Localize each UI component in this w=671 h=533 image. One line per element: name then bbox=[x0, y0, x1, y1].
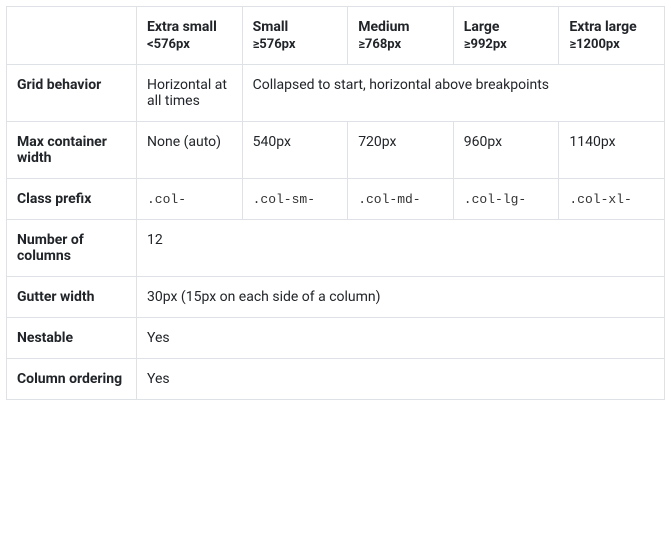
row-label: Max container width bbox=[7, 122, 137, 179]
header-title: Medium bbox=[358, 19, 409, 35]
row-label: Column ordering bbox=[7, 359, 137, 400]
cell-value: 30px (15px on each side of a column) bbox=[137, 277, 665, 318]
cell-xs: None (auto) bbox=[137, 122, 243, 179]
header-sub: <576px bbox=[147, 37, 232, 52]
row-label: Number of columns bbox=[7, 220, 137, 277]
header-title: Extra small bbox=[147, 19, 217, 35]
header-title: Extra large bbox=[569, 19, 636, 35]
header-sub: ≥1200px bbox=[569, 37, 654, 52]
header-xs: Extra small <576px bbox=[137, 7, 243, 65]
code: .col-md- bbox=[358, 192, 420, 207]
code: .col-sm- bbox=[253, 192, 315, 207]
grid-options-table: Extra small <576px Small ≥576px Medium ≥… bbox=[6, 6, 665, 400]
header-sub: ≥768px bbox=[358, 37, 443, 52]
header-md: Medium ≥768px bbox=[348, 7, 454, 65]
header-lg: Large ≥992px bbox=[453, 7, 559, 65]
code: .col-xl- bbox=[569, 192, 631, 207]
code: .col- bbox=[147, 192, 186, 207]
cell-value: Yes bbox=[137, 359, 665, 400]
header-row: Extra small <576px Small ≥576px Medium ≥… bbox=[7, 7, 665, 65]
header-sub: ≥992px bbox=[464, 37, 549, 52]
cell-md: 720px bbox=[348, 122, 454, 179]
cell-md: .col-md- bbox=[348, 179, 454, 220]
row-label: Gutter width bbox=[7, 277, 137, 318]
header-xl: Extra large ≥1200px bbox=[559, 7, 665, 65]
row-label: Nestable bbox=[7, 318, 137, 359]
header-title: Large bbox=[464, 19, 500, 35]
header-blank bbox=[7, 7, 137, 65]
row-label: Grid behavior bbox=[7, 65, 137, 122]
cell-value: 12 bbox=[137, 220, 665, 277]
header-sm: Small ≥576px bbox=[242, 7, 348, 65]
cell-xs: Horizontal at all times bbox=[137, 65, 243, 122]
row-column-ordering: Column ordering Yes bbox=[7, 359, 665, 400]
cell-rest: Collapsed to start, horizontal above bre… bbox=[242, 65, 664, 122]
row-gutter-width: Gutter width 30px (15px on each side of … bbox=[7, 277, 665, 318]
row-nestable: Nestable Yes bbox=[7, 318, 665, 359]
header-title: Small bbox=[253, 19, 289, 35]
code: .col-lg- bbox=[464, 192, 526, 207]
cell-xl: .col-xl- bbox=[559, 179, 665, 220]
cell-sm: .col-sm- bbox=[242, 179, 348, 220]
cell-xs: .col- bbox=[137, 179, 243, 220]
row-class-prefix: Class prefix .col- .col-sm- .col-md- .co… bbox=[7, 179, 665, 220]
row-num-columns: Number of columns 12 bbox=[7, 220, 665, 277]
cell-sm: 540px bbox=[242, 122, 348, 179]
header-sub: ≥576px bbox=[253, 37, 338, 52]
row-max-container-width: Max container width None (auto) 540px 72… bbox=[7, 122, 665, 179]
cell-lg: .col-lg- bbox=[453, 179, 559, 220]
cell-value: Yes bbox=[137, 318, 665, 359]
cell-lg: 960px bbox=[453, 122, 559, 179]
cell-xl: 1140px bbox=[559, 122, 665, 179]
row-grid-behavior: Grid behavior Horizontal at all times Co… bbox=[7, 65, 665, 122]
row-label: Class prefix bbox=[7, 179, 137, 220]
